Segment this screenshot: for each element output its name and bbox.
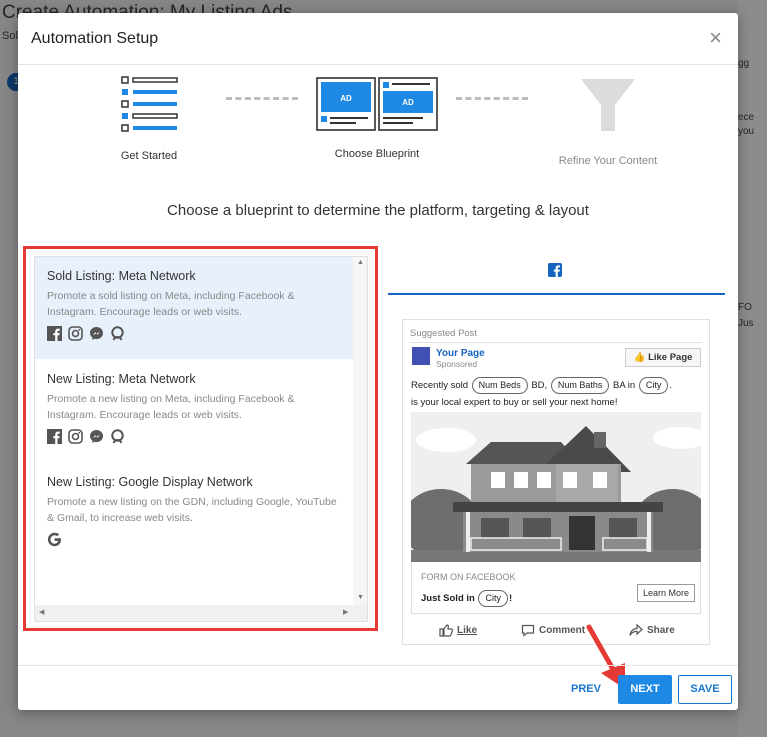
blueprint-list-highlight: Sold Listing: Meta Network Promote a sol… (23, 246, 378, 631)
blueprint-item[interactable]: New Listing: Meta Network Promote a new … (35, 360, 355, 462)
next-button[interactable]: NEXT (618, 675, 672, 704)
blueprint-icon: AD AD (316, 77, 438, 131)
horizontal-scrollbar[interactable]: ◀ ▶ (35, 605, 367, 621)
platform-icons (47, 532, 343, 547)
step-label: Get Started (120, 150, 178, 162)
list-icon (121, 76, 178, 132)
share-action[interactable]: Share (629, 624, 675, 637)
blueprint-description: Promote a new listing on Meta, including… (47, 393, 295, 421)
blueprint-item[interactable]: Sold Listing: Meta Network Promote a sol… (35, 257, 355, 359)
svg-text:AD: AD (402, 98, 414, 107)
like-action[interactable]: Like (439, 624, 477, 637)
close-icon[interactable]: × (709, 27, 722, 49)
num-beds-chip[interactable]: Num Beds (471, 377, 528, 394)
post-actions: Like Comment Share (403, 622, 711, 642)
modal-footer: PREV NEXT SAVE (18, 665, 738, 710)
house-illustration (411, 412, 701, 562)
share-label: Share (647, 625, 675, 636)
vertical-scrollbar[interactable]: ▲ ▼ (353, 257, 367, 607)
blueprint-item[interactable]: New Listing: Google Display Network Prom… (35, 463, 355, 565)
thumbs-up-icon (439, 624, 453, 637)
scroll-down-icon[interactable]: ▼ (357, 594, 364, 601)
scroll-right-icon[interactable]: ▶ (343, 608, 348, 616)
prev-button[interactable]: PREV (563, 675, 609, 704)
scroll-up-icon[interactable]: ▲ (357, 259, 364, 266)
comment-action[interactable]: Comment (521, 624, 585, 637)
divider (410, 342, 702, 343)
scroll-left-icon[interactable]: ◀ (39, 608, 44, 616)
funnel-icon (581, 79, 635, 131)
blueprint-title: New Listing: Google Display Network (47, 475, 253, 489)
facebook-icon (548, 263, 562, 277)
google-icon (47, 532, 61, 547)
num-baths-chip[interactable]: Num Baths (550, 377, 610, 394)
automation-setup-modal: Automation Setup × Get Started AD AD Cho… (18, 13, 738, 710)
page-name: Your Page (436, 348, 485, 359)
step-connector (226, 97, 298, 100)
learn-more-button[interactable]: Learn More (637, 584, 695, 602)
facebook-icon (47, 429, 62, 444)
blueprint-prompt: Choose a blueprint to determine the plat… (167, 202, 589, 219)
just-sold-end: ! (508, 593, 513, 604)
modal-title: Automation Setup (31, 30, 159, 47)
messenger-icon (90, 327, 103, 340)
blueprint-list: Sold Listing: Meta Network Promote a sol… (34, 256, 368, 622)
messenger-icon (90, 430, 103, 443)
blueprint-title: New Listing: Meta Network (47, 372, 196, 386)
ad-caption: FORM ON FACEBOOK Just Sold in City! Lear… (411, 562, 701, 614)
audience-network-icon (111, 429, 124, 444)
city-chip[interactable]: City (638, 377, 669, 394)
page-avatar (412, 347, 430, 365)
instagram-icon (68, 429, 83, 444)
post-text-part: is your local expert to buy or sell your… (411, 397, 618, 408)
tab-facebook[interactable] (388, 259, 725, 295)
post-text-part: Recently sold (411, 380, 469, 391)
just-sold-label: Just Sold in (421, 593, 475, 604)
modal-header: Automation Setup × (18, 13, 738, 65)
platform-icons (47, 429, 343, 444)
save-button[interactable]: SAVE (678, 675, 732, 704)
thumbs-up-icon: 👍 (633, 352, 646, 363)
post-text: Recently sold Num Beds BD, Num Baths BA … (411, 377, 707, 411)
svg-text:AD: AD (340, 94, 352, 103)
instagram-icon (68, 326, 83, 341)
step-get-started[interactable]: Get Started (114, 75, 184, 162)
step-connector (456, 97, 528, 100)
ad-preview: Suggested Post Your Page Sponsored 👍 Lik… (402, 319, 710, 645)
just-sold-text: Just Sold in City! (421, 590, 512, 607)
sponsored-label: Sponsored (436, 359, 478, 369)
platform-icons (47, 326, 343, 341)
form-label: FORM ON FACEBOOK (421, 572, 516, 582)
comment-label: Comment (539, 625, 586, 636)
facebook-icon (47, 326, 62, 341)
blueprint-description: Promote a new listing on the GDN, includ… (47, 496, 337, 524)
blueprint-description: Promote a sold listing on Meta, includin… (47, 290, 295, 318)
suggested-post-label: Suggested Post (410, 328, 478, 339)
blueprint-title: Sold Listing: Meta Network (47, 269, 196, 283)
step-refine-content[interactable]: Refine Your Content (548, 77, 668, 167)
like-label: Like (457, 625, 478, 636)
post-text-part: BA in (613, 380, 636, 391)
city-chip[interactable]: City (478, 590, 508, 607)
step-label: Choose Blueprint (334, 148, 420, 160)
post-text-part: . (669, 380, 672, 391)
like-page-button[interactable]: 👍 Like Page (625, 348, 701, 367)
step-choose-blueprint[interactable]: AD AD Choose Blueprint (314, 77, 440, 160)
audience-network-icon (111, 326, 124, 341)
step-label: Refine Your Content (558, 155, 658, 167)
comment-icon (521, 624, 535, 637)
like-page-label: Like Page (648, 352, 693, 363)
post-text-part: BD, (531, 380, 548, 391)
